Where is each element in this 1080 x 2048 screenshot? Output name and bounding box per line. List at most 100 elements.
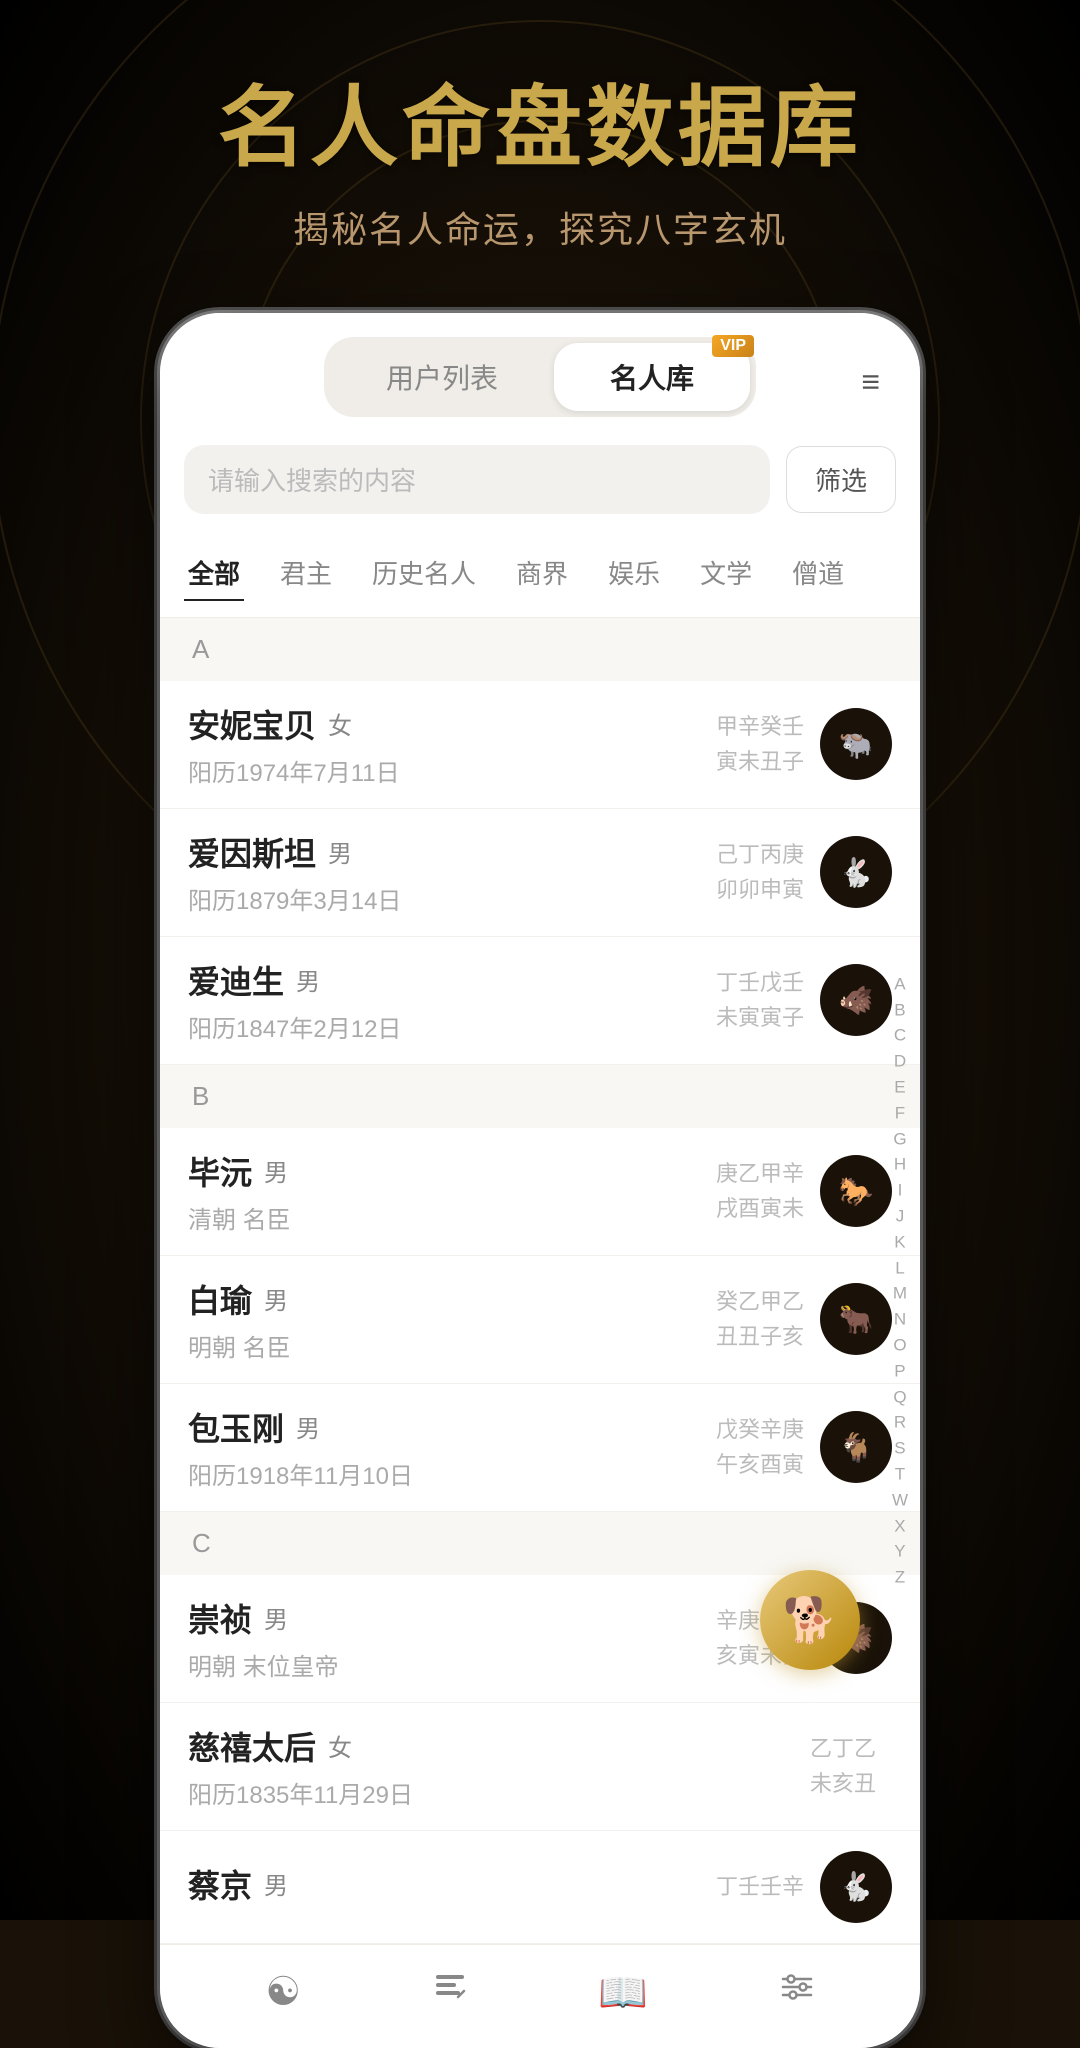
item-chars: 丁壬戊壬 未寅寅子 xyxy=(716,965,804,1035)
item-name: 毕沅 男 xyxy=(188,1148,716,1194)
alpha-j[interactable]: J xyxy=(892,1204,908,1228)
item-chars: 庚乙甲辛 戌酉寅未 xyxy=(716,1156,804,1226)
list-item-annibaobei[interactable]: 安妮宝贝 女 阳历1974年7月11日 甲辛癸壬 寅未丑子 🐃 xyxy=(160,681,920,809)
page-subtitle: 揭秘名人命运，探究八字玄机 xyxy=(293,201,787,253)
bagua-icon: ☯ xyxy=(265,1969,301,2015)
celebrity-list: A 安妮宝贝 女 阳历1974年7月11日 甲辛癸壬 寅未丑子 🐃 xyxy=(160,618,920,1944)
item-chars: 乙丁乙 未亥丑 xyxy=(810,1731,876,1801)
item-date: 明朝 名臣 xyxy=(188,1328,716,1363)
menu-icon[interactable]: ≡ xyxy=(861,363,880,400)
list-icon xyxy=(432,1969,468,2015)
alpha-i[interactable]: I xyxy=(892,1179,908,1203)
category-junzhu[interactable]: 君主 xyxy=(276,546,336,601)
section-header-a: A xyxy=(160,618,920,681)
item-avatar: 🐂 xyxy=(820,1283,892,1355)
item-chars: 丁壬壬辛 xyxy=(716,1869,804,1904)
alpha-e[interactable]: E xyxy=(892,1075,908,1099)
category-monks[interactable]: 僧道 xyxy=(788,546,848,601)
list-item-edison[interactable]: 爱迪生 男 阳历1847年2月12日 丁壬戊壬 未寅寅子 🐗 xyxy=(160,937,920,1065)
tab-celebrity-db[interactable]: 名人库 VIP xyxy=(554,343,750,411)
search-bar: 请输入搜索的内容 筛选 xyxy=(160,429,920,530)
item-chars: 甲辛癸壬 寅未丑子 xyxy=(716,709,804,779)
alpha-w[interactable]: W xyxy=(892,1488,908,1512)
item-name: 蔡京 男 xyxy=(188,1861,716,1907)
item-avatar: 🐇 xyxy=(820,836,892,908)
category-business[interactable]: 商界 xyxy=(512,546,572,601)
alpha-m[interactable]: M xyxy=(892,1282,908,1306)
list-item-einstein[interactable]: 爱因斯坦 男 阳历1879年3月14日 己丁丙庚 卯卯申寅 🐇 xyxy=(160,809,920,937)
item-info: 慈禧太后 女 阳历1835年11月29日 xyxy=(188,1723,810,1810)
alpha-y[interactable]: Y xyxy=(892,1540,908,1564)
alpha-f[interactable]: F xyxy=(892,1101,908,1125)
alpha-x[interactable]: X xyxy=(892,1514,908,1538)
nav-list[interactable] xyxy=(432,1969,468,2016)
item-chars: 癸乙甲乙 丑丑子亥 xyxy=(716,1284,804,1354)
item-name: 慈禧太后 女 xyxy=(188,1723,810,1769)
alpha-h[interactable]: H xyxy=(892,1153,908,1177)
nav-bagua[interactable]: ☯ xyxy=(265,1969,301,2016)
list-item-baiyu[interactable]: 白瑜 男 明朝 名臣 癸乙甲乙 丑丑子亥 🐂 xyxy=(160,1256,920,1384)
alpha-g[interactable]: G xyxy=(892,1127,908,1151)
nav-settings[interactable] xyxy=(779,1969,815,2016)
alpha-t[interactable]: T xyxy=(892,1462,908,1486)
category-literature[interactable]: 文学 xyxy=(696,546,756,601)
list-item-biyuan[interactable]: 毕沅 男 清朝 名臣 庚乙甲辛 戌酉寅未 🐎 xyxy=(160,1128,920,1256)
item-avatar: 🐇 xyxy=(820,1851,892,1923)
page-title: 名人命盘数据库 xyxy=(218,80,862,177)
book-icon: 📖 xyxy=(598,1969,648,2016)
item-avatar: 🐐 xyxy=(820,1411,892,1483)
tab-group: 用户列表 名人库 VIP xyxy=(324,337,756,417)
item-name: 崇祯 男 xyxy=(188,1595,716,1641)
item-info: 蔡京 男 xyxy=(188,1861,716,1913)
alpha-a[interactable]: A xyxy=(892,972,908,996)
tab-user-list[interactable]: 用户列表 xyxy=(330,343,554,411)
item-date: 阳历1879年3月14日 xyxy=(188,881,716,916)
list-item-cixi[interactable]: 慈禧太后 女 阳历1835年11月29日 乙丁乙 未亥丑 🐕 xyxy=(160,1703,920,1831)
filter-button[interactable]: 筛选 xyxy=(786,446,896,513)
nav-book[interactable]: 📖 xyxy=(598,1969,648,2016)
item-info: 安妮宝贝 女 阳历1974年7月11日 xyxy=(188,701,716,788)
alphabet-sidebar: A B C D E F G H I J K L M N O P Q R S T xyxy=(892,972,908,1589)
phone-mockup: 用户列表 名人库 VIP ≡ 请输入搜索的内容 筛选 全部 君主 历史名人 商界… xyxy=(160,313,920,2048)
item-date: 阳历1847年2月12日 xyxy=(188,1009,716,1044)
item-date: 清朝 名臣 xyxy=(188,1200,716,1235)
item-info: 包玉刚 男 阳历1918年11月10日 xyxy=(188,1404,716,1491)
item-avatar-cixi: 🐕 xyxy=(760,1570,860,1670)
item-name: 爱因斯坦 男 xyxy=(188,829,716,875)
item-avatar: 🐃 xyxy=(820,708,892,780)
alpha-d[interactable]: D xyxy=(892,1050,908,1074)
item-avatar: 🐗 xyxy=(820,964,892,1036)
alpha-k[interactable]: K xyxy=(892,1230,908,1254)
alpha-z[interactable]: Z xyxy=(892,1566,908,1590)
item-chars: 戊癸辛庚 午亥酉寅 xyxy=(716,1412,804,1482)
category-history[interactable]: 历史名人 xyxy=(368,546,480,601)
alpha-n[interactable]: N xyxy=(892,1308,908,1332)
item-name: 爱迪生 男 xyxy=(188,957,716,1003)
alpha-s[interactable]: S xyxy=(892,1437,908,1461)
settings-icon xyxy=(779,1969,815,2015)
alpha-l[interactable]: L xyxy=(892,1256,908,1280)
tab-bar: 用户列表 名人库 VIP ≡ xyxy=(160,313,920,429)
alpha-p[interactable]: P xyxy=(892,1359,908,1383)
item-date: 明朝 末位皇帝 xyxy=(188,1647,716,1682)
alpha-c[interactable]: C xyxy=(892,1024,908,1048)
item-date: 阳历1835年11月29日 xyxy=(188,1775,810,1810)
list-item-baoyu[interactable]: 包玉刚 男 阳历1918年11月10日 戊癸辛庚 午亥酉寅 🐐 xyxy=(160,1384,920,1512)
section-header-b: B xyxy=(160,1065,920,1128)
item-info: 崇祯 男 明朝 末位皇帝 xyxy=(188,1595,716,1682)
item-info: 白瑜 男 明朝 名臣 xyxy=(188,1276,716,1363)
search-placeholder: 请输入搜索的内容 xyxy=(208,461,416,498)
category-entertainment[interactable]: 娱乐 xyxy=(604,546,664,601)
alpha-o[interactable]: O xyxy=(892,1333,908,1357)
alpha-r[interactable]: R xyxy=(892,1411,908,1435)
main-content: 名人命盘数据库 揭秘名人命运，探究八字玄机 用户列表 名人库 VIP ≡ 请输入… xyxy=(0,0,1080,2048)
search-input-wrap[interactable]: 请输入搜索的内容 xyxy=(184,445,770,514)
item-info: 毕沅 男 清朝 名臣 xyxy=(188,1148,716,1235)
alpha-q[interactable]: Q xyxy=(892,1385,908,1409)
category-bar: 全部 君主 历史名人 商界 娱乐 文学 僧道 xyxy=(160,530,920,618)
section-header-c: C xyxy=(160,1512,920,1575)
list-item-caijing[interactable]: 蔡京 男 丁壬壬辛 🐇 xyxy=(160,1831,920,1944)
item-info: 爱因斯坦 男 阳历1879年3月14日 xyxy=(188,829,716,916)
alpha-b[interactable]: B xyxy=(892,998,908,1022)
category-all[interactable]: 全部 xyxy=(184,546,244,601)
